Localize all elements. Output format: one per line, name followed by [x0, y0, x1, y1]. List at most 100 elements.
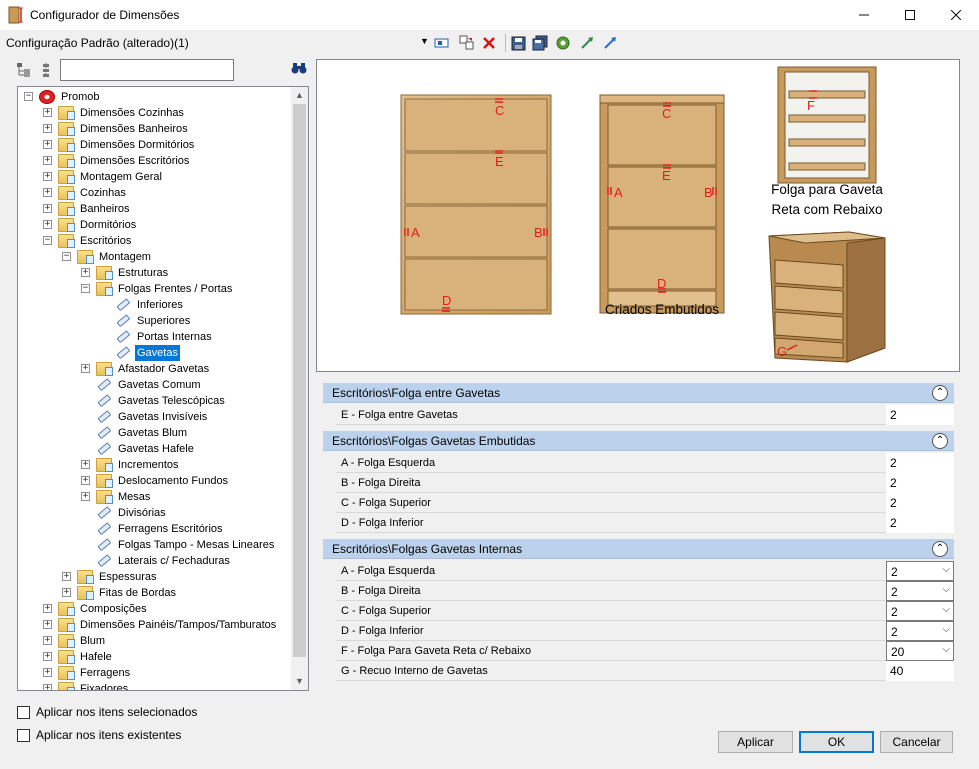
collapse-icon[interactable]: −: [43, 236, 52, 245]
tree-node-label[interactable]: Dormitórios: [78, 217, 138, 233]
collapse-icon[interactable]: −: [81, 284, 90, 293]
property-value[interactable]: 2: [886, 453, 954, 473]
chevron-down-icon[interactable]: ▼: [420, 36, 429, 46]
tree-node-label[interactable]: Ferragens: [78, 665, 132, 681]
tree-node[interactable]: Gavetas Invisíveis: [18, 409, 292, 425]
tree-node-label[interactable]: Divisórias: [116, 505, 168, 521]
expand-icon[interactable]: +: [43, 108, 52, 117]
expand-icon[interactable]: +: [43, 140, 52, 149]
expand-icon[interactable]: +: [43, 204, 52, 213]
property-value[interactable]: 2: [886, 405, 954, 425]
tree-node[interactable]: − Escritórios: [18, 233, 292, 249]
category-folgas-gavetas-embutidas[interactable]: Escritórios\Folgas Gavetas Embutidas ⌃: [323, 431, 954, 451]
tree-node[interactable]: Superiores: [18, 313, 292, 329]
collapse-icon[interactable]: ⌃: [932, 385, 948, 401]
expand-icon[interactable]: +: [62, 588, 71, 597]
expand-icon[interactable]: +: [43, 620, 52, 629]
chevron-down-icon[interactable]: ⌵: [942, 624, 950, 635]
cancel-button[interactable]: Cancelar: [880, 731, 953, 753]
tree-node[interactable]: + Blum: [18, 633, 292, 649]
import-icon[interactable]: [578, 34, 596, 52]
tree-node[interactable]: + Afastador Gavetas: [18, 361, 292, 377]
property-value[interactable]: 2: [886, 473, 954, 493]
tree-node[interactable]: + Fitas de Bordas: [18, 585, 292, 601]
binoculars-search-icon[interactable]: [291, 61, 307, 78]
tree-node[interactable]: + Espessuras: [18, 569, 292, 585]
tree-node-label[interactable]: Deslocamento Fundos: [116, 473, 230, 489]
expand-icon[interactable]: +: [81, 460, 90, 469]
tree-node[interactable]: + Hafele: [18, 649, 292, 665]
tree-node-label[interactable]: Dimensões Escritórios: [78, 153, 191, 169]
scroll-up-icon[interactable]: ▲: [291, 87, 308, 104]
tree-node-label[interactable]: Gavetas Telescópicas: [116, 393, 227, 409]
tree-node-label[interactable]: Laterais c/ Fechaduras: [116, 553, 232, 569]
tree-node-label[interactable]: Incrementos: [116, 457, 181, 473]
save-all-icon[interactable]: [531, 34, 549, 52]
scroll-down-icon[interactable]: ▼: [291, 673, 308, 690]
collapse-icon[interactable]: −: [62, 252, 71, 261]
tree-node[interactable]: Laterais c/ Fechaduras: [18, 553, 292, 569]
tree-node[interactable]: + Cozinhas: [18, 185, 292, 201]
apply-selected-option[interactable]: Aplicar nos itens selecionados: [17, 704, 197, 720]
property-row[interactable]: E - Folga entre Gavetas 2: [336, 405, 954, 425]
tree-structure-icon[interactable]: [15, 61, 33, 79]
select-icon[interactable]: [433, 34, 451, 52]
tree-node-label[interactable]: Fixadores: [78, 681, 130, 690]
tree-node-label[interactable]: Afastador Gavetas: [116, 361, 211, 377]
refresh-icon[interactable]: [554, 34, 572, 52]
tree-node-label[interactable]: Gavetas Invisíveis: [116, 409, 209, 425]
tree-collapse-icon[interactable]: [37, 61, 55, 79]
copy-config-icon[interactable]: [458, 34, 476, 52]
tree-node[interactable]: Gavetas: [18, 345, 292, 361]
ok-button[interactable]: OK: [799, 731, 874, 753]
tree-node-label[interactable]: Ferragens Escritórios: [116, 521, 225, 537]
tree-node-label[interactable]: Dimensões Banheiros: [78, 121, 190, 137]
property-dropdown[interactable]: 2 ⌵: [886, 581, 954, 601]
expand-icon[interactable]: +: [43, 188, 52, 197]
tree-node[interactable]: Gavetas Comum: [18, 377, 292, 393]
property-row[interactable]: C - Folga Superior 2 ⌵: [336, 601, 954, 621]
tree-node[interactable]: Gavetas Telescópicas: [18, 393, 292, 409]
tree-node-label[interactable]: Montagem: [97, 249, 153, 265]
tree-node-label[interactable]: Hafele: [78, 649, 114, 665]
tree-node[interactable]: + Composições: [18, 601, 292, 617]
property-row[interactable]: C - Folga Superior 2: [336, 493, 954, 513]
apply-existing-checkbox[interactable]: [17, 728, 30, 742]
property-row[interactable]: F - Folga Para Gaveta Reta c/ Rebaixo 20…: [336, 641, 954, 661]
collapse-icon[interactable]: ⌃: [932, 541, 948, 557]
tree-node-label[interactable]: Banheiros: [78, 201, 132, 217]
tree-node-label[interactable]: Gavetas Comum: [116, 377, 203, 393]
tree-node[interactable]: Gavetas Blum: [18, 425, 292, 441]
maximize-icon[interactable]: [887, 0, 933, 30]
tree-node[interactable]: Portas Internas: [18, 329, 292, 345]
tree-node-label[interactable]: Composições: [78, 601, 149, 617]
expand-icon[interactable]: +: [81, 364, 90, 373]
expand-icon[interactable]: +: [43, 604, 52, 613]
tree-node-label[interactable]: Dimensões Painéis/Tampos/Tamburatos: [78, 617, 278, 633]
property-dropdown[interactable]: 20 ⌵: [886, 641, 954, 661]
property-dropdown[interactable]: 2 ⌵: [886, 621, 954, 641]
tree-node[interactable]: + Incrementos: [18, 457, 292, 473]
tree-node[interactable]: + Montagem Geral: [18, 169, 292, 185]
minimize-icon[interactable]: [841, 0, 887, 30]
tree-node-label[interactable]: Folgas Frentes / Portas: [116, 281, 234, 297]
apply-selected-checkbox[interactable]: [17, 705, 30, 719]
apply-button[interactable]: Aplicar: [718, 731, 793, 753]
tree-node-label[interactable]: Dimensões Cozinhas: [78, 105, 186, 121]
tree-node[interactable]: − Folgas Frentes / Portas: [18, 281, 292, 297]
property-row[interactable]: B - Folga Direita 2: [336, 473, 954, 493]
tree-node[interactable]: + Dimensões Escritórios: [18, 153, 292, 169]
tree-node-label[interactable]: Estruturas: [116, 265, 170, 281]
tree-search-input[interactable]: [60, 59, 234, 81]
export-icon[interactable]: [601, 34, 619, 52]
category-folgas-gavetas-internas[interactable]: Escritórios\Folgas Gavetas Internas ⌃: [323, 539, 954, 559]
property-value[interactable]: 2: [886, 493, 954, 513]
tree-node-label[interactable]: Mesas: [116, 489, 152, 505]
tree-node[interactable]: + Banheiros: [18, 201, 292, 217]
expand-icon[interactable]: +: [43, 124, 52, 133]
tree-node[interactable]: + Dimensões Painéis/Tampos/Tamburatos: [18, 617, 292, 633]
tree-node[interactable]: + Dimensões Cozinhas: [18, 105, 292, 121]
category-tree[interactable]: − Promob + Dimensões Cozinhas + Dimensões Ban…: [17, 86, 309, 691]
tree-node[interactable]: + Estruturas: [18, 265, 292, 281]
scrollbar-thumb[interactable]: [293, 104, 306, 657]
